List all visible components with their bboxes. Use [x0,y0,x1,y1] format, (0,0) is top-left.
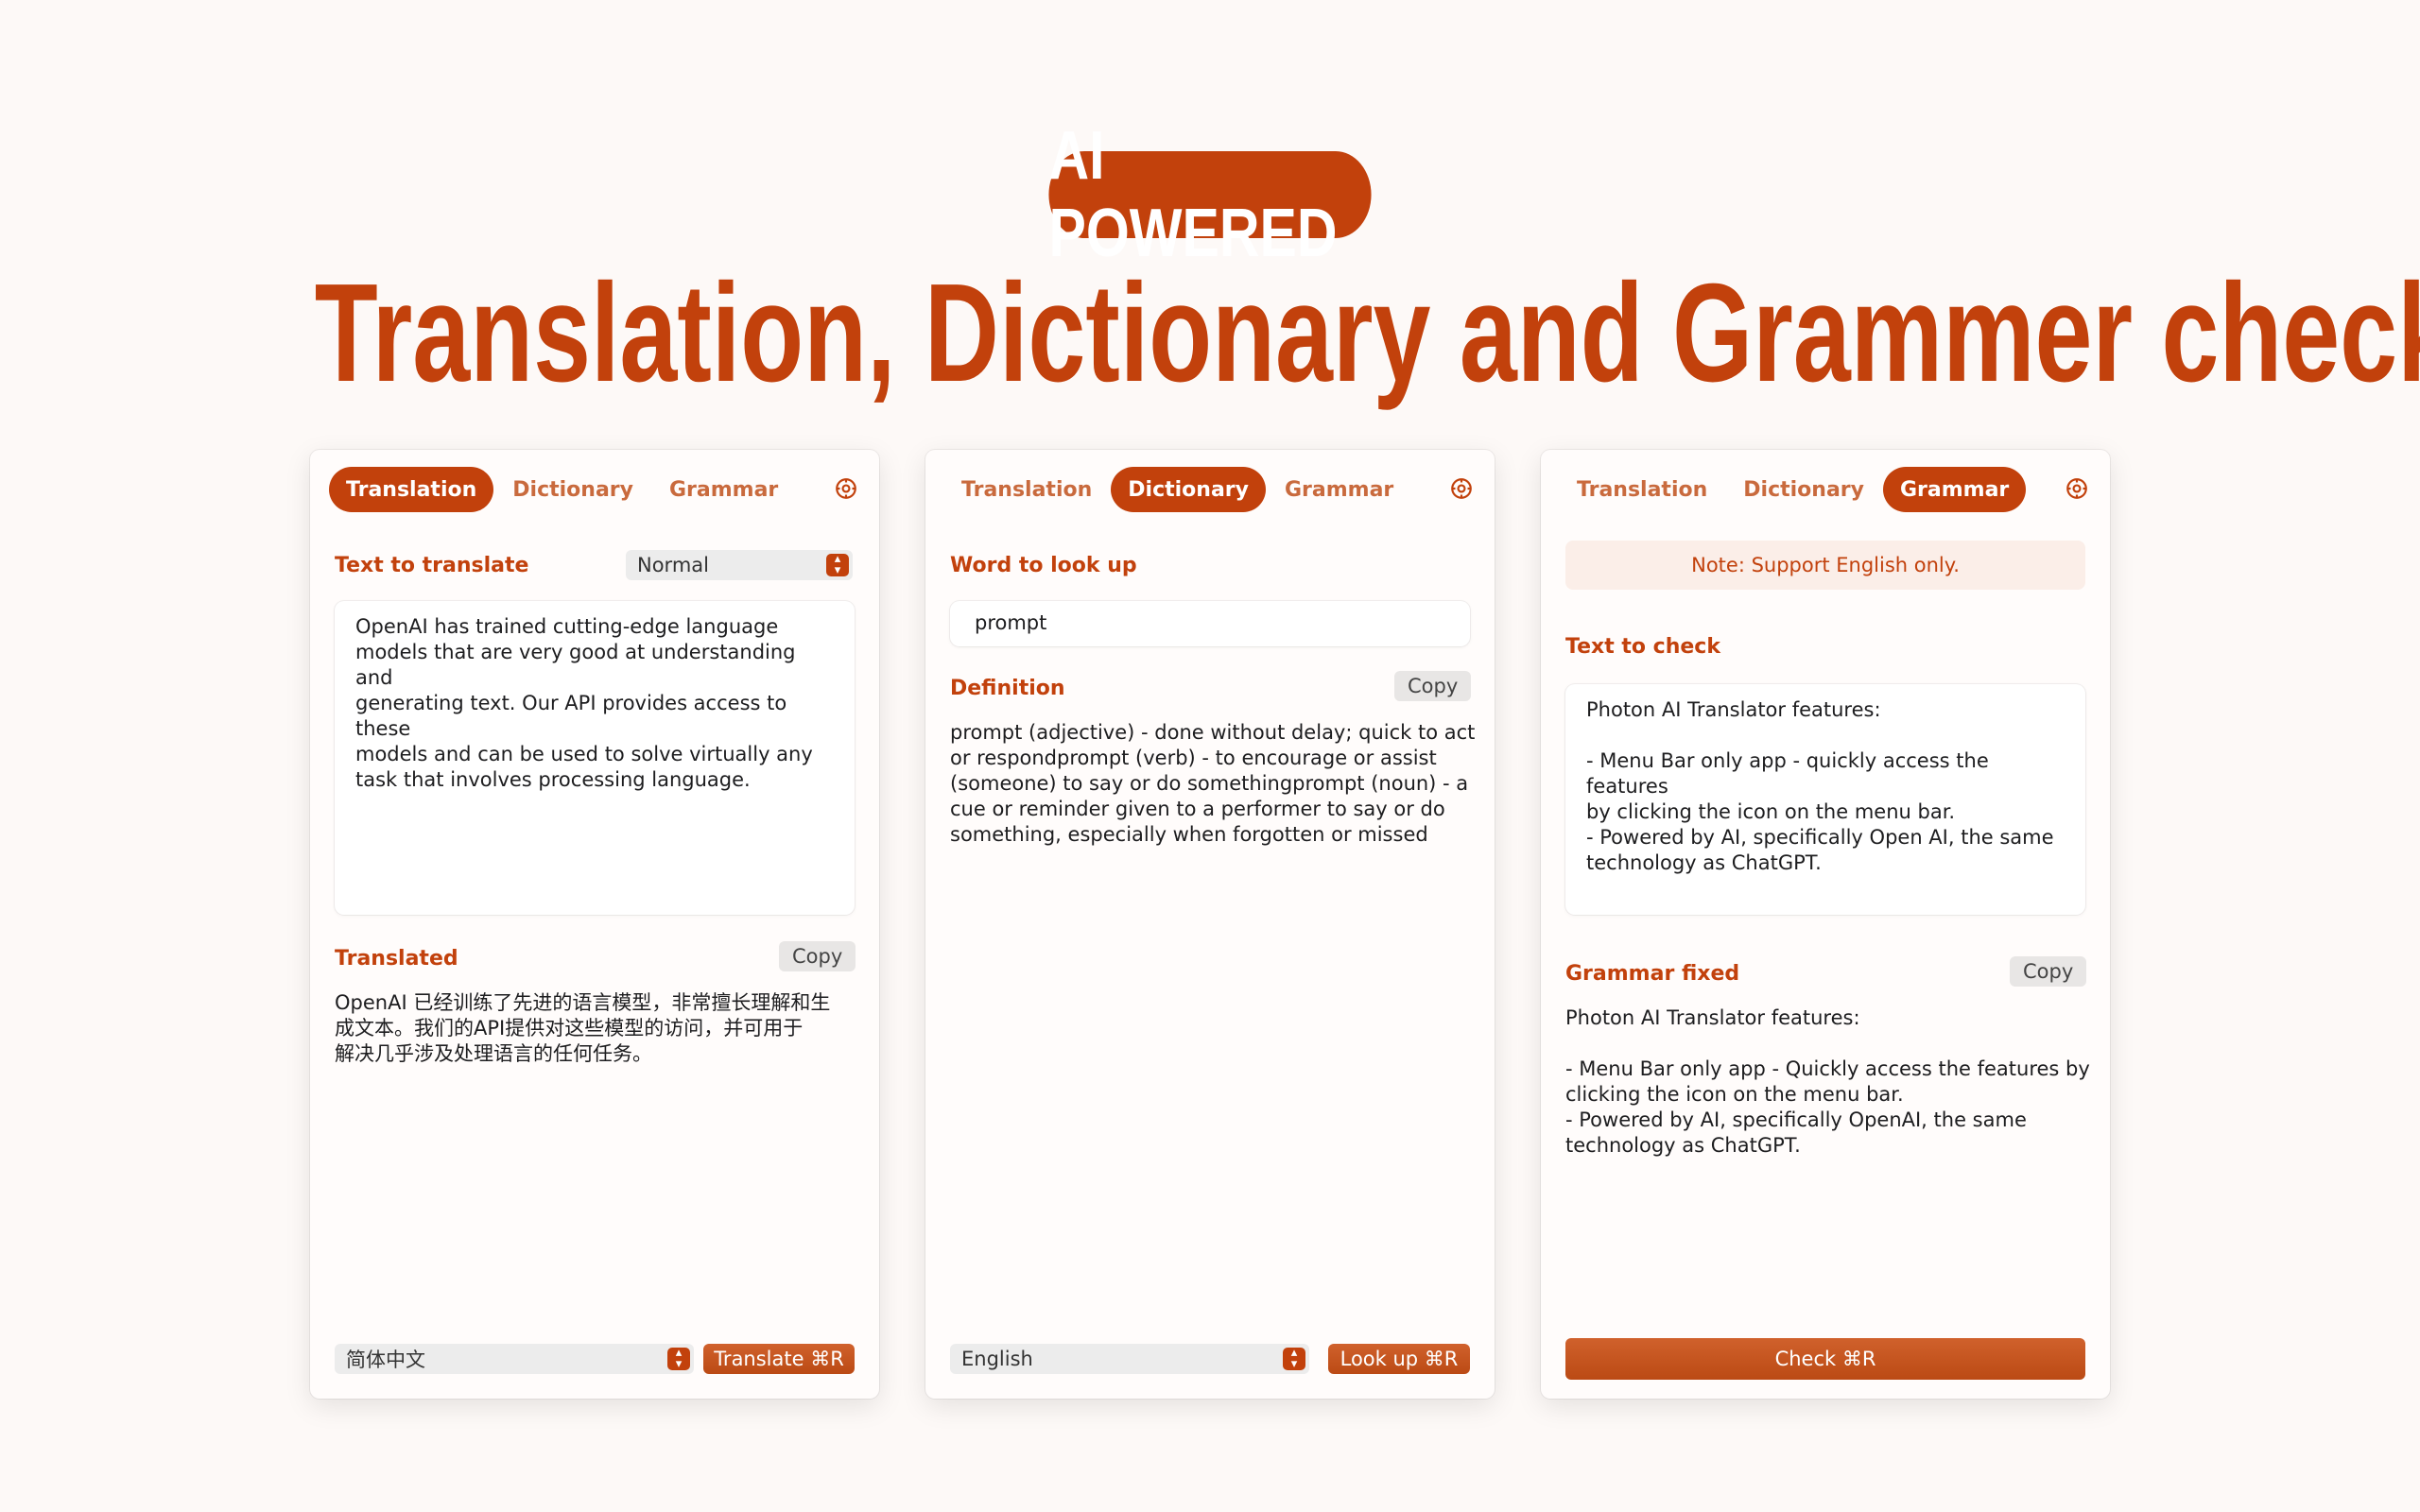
output-label: Translated [335,947,458,971]
grammar-panel: Translation Dictionary Grammar Note: Sup… [1541,450,2110,1399]
tab-translation[interactable]: Translation [1560,467,1724,512]
tab-grammar[interactable]: Grammar [1268,467,1410,512]
input-label: Text to check [1565,635,1720,659]
grammar-fixed-text: Photon AI Translator features: - Menu Ba… [1565,1006,2090,1157]
source-text-input[interactable]: OpenAI has trained cutting-edge language… [335,601,855,915]
translated-text: OpenAI 已经训练了先进的语言模型，非常擅长理解和生 成文本。我们的API提… [335,991,831,1065]
tab-dictionary[interactable]: Dictionary [1111,467,1266,512]
ai-powered-badge: AI POWERED [1048,118,1372,271]
word-input[interactable]: prompt [950,601,1470,646]
output-label: Grammar fixed [1565,962,1740,986]
chevron-up-down-icon: ▴ ▾ [826,553,849,576]
badge-label: AI POWERED [1048,118,1338,271]
dictionary-panel: Translation Dictionary Grammar Word to l… [925,450,1495,1399]
target-language-value: 简体中文 [346,1349,425,1371]
input-label: Text to translate [335,554,529,577]
tab-bar: Translation Dictionary Grammar [329,467,797,512]
tab-bar: Translation Dictionary Grammar [1560,467,2028,512]
translation-panel: Translation Dictionary Grammar Text to t… [310,450,879,1399]
grammar-text-input[interactable]: Photon AI Translator features: - Menu Ba… [1565,684,2085,915]
dictionary-language-select[interactable]: English ▴ ▾ [950,1344,1309,1374]
tab-grammar[interactable]: Grammar [652,467,795,512]
chevron-up-down-icon: ▴ ▾ [1283,1347,1305,1370]
dictionary-language-value: English [961,1348,1033,1370]
translate-button[interactable]: Translate ⌘R [703,1344,855,1374]
gear-icon[interactable] [834,476,858,501]
look-up-button[interactable]: Look up ⌘R [1328,1344,1470,1374]
headline: Translation, Dictionary and Grammer chec… [314,255,2420,411]
mode-select[interactable]: Normal ▴ ▾ [626,550,853,580]
tab-bar: Translation Dictionary Grammar [944,467,1412,512]
chevron-up-down-icon: ▴ ▾ [667,1347,690,1370]
copy-button[interactable]: Copy [779,941,856,971]
mode-select-value: Normal [637,554,709,576]
definition-label: Definition [950,677,1065,700]
definition-text: prompt (adjective) - done without delay;… [950,721,1476,846]
target-language-select[interactable]: 简体中文 ▴ ▾ [335,1344,694,1374]
copy-button[interactable]: Copy [1394,671,1472,701]
input-label: Word to look up [950,554,1137,577]
tab-dictionary[interactable]: Dictionary [495,467,650,512]
english-only-note: Note: Support English only. [1565,541,2085,590]
copy-button[interactable]: Copy [2010,956,2087,987]
tab-translation[interactable]: Translation [944,467,1109,512]
gear-icon[interactable] [2065,476,2089,501]
check-button[interactable]: Check ⌘R [1565,1338,2085,1380]
tab-dictionary[interactable]: Dictionary [1726,467,1881,512]
tab-translation[interactable]: Translation [329,467,494,512]
tab-grammar[interactable]: Grammar [1882,467,2027,512]
gear-icon[interactable] [1449,476,1474,501]
